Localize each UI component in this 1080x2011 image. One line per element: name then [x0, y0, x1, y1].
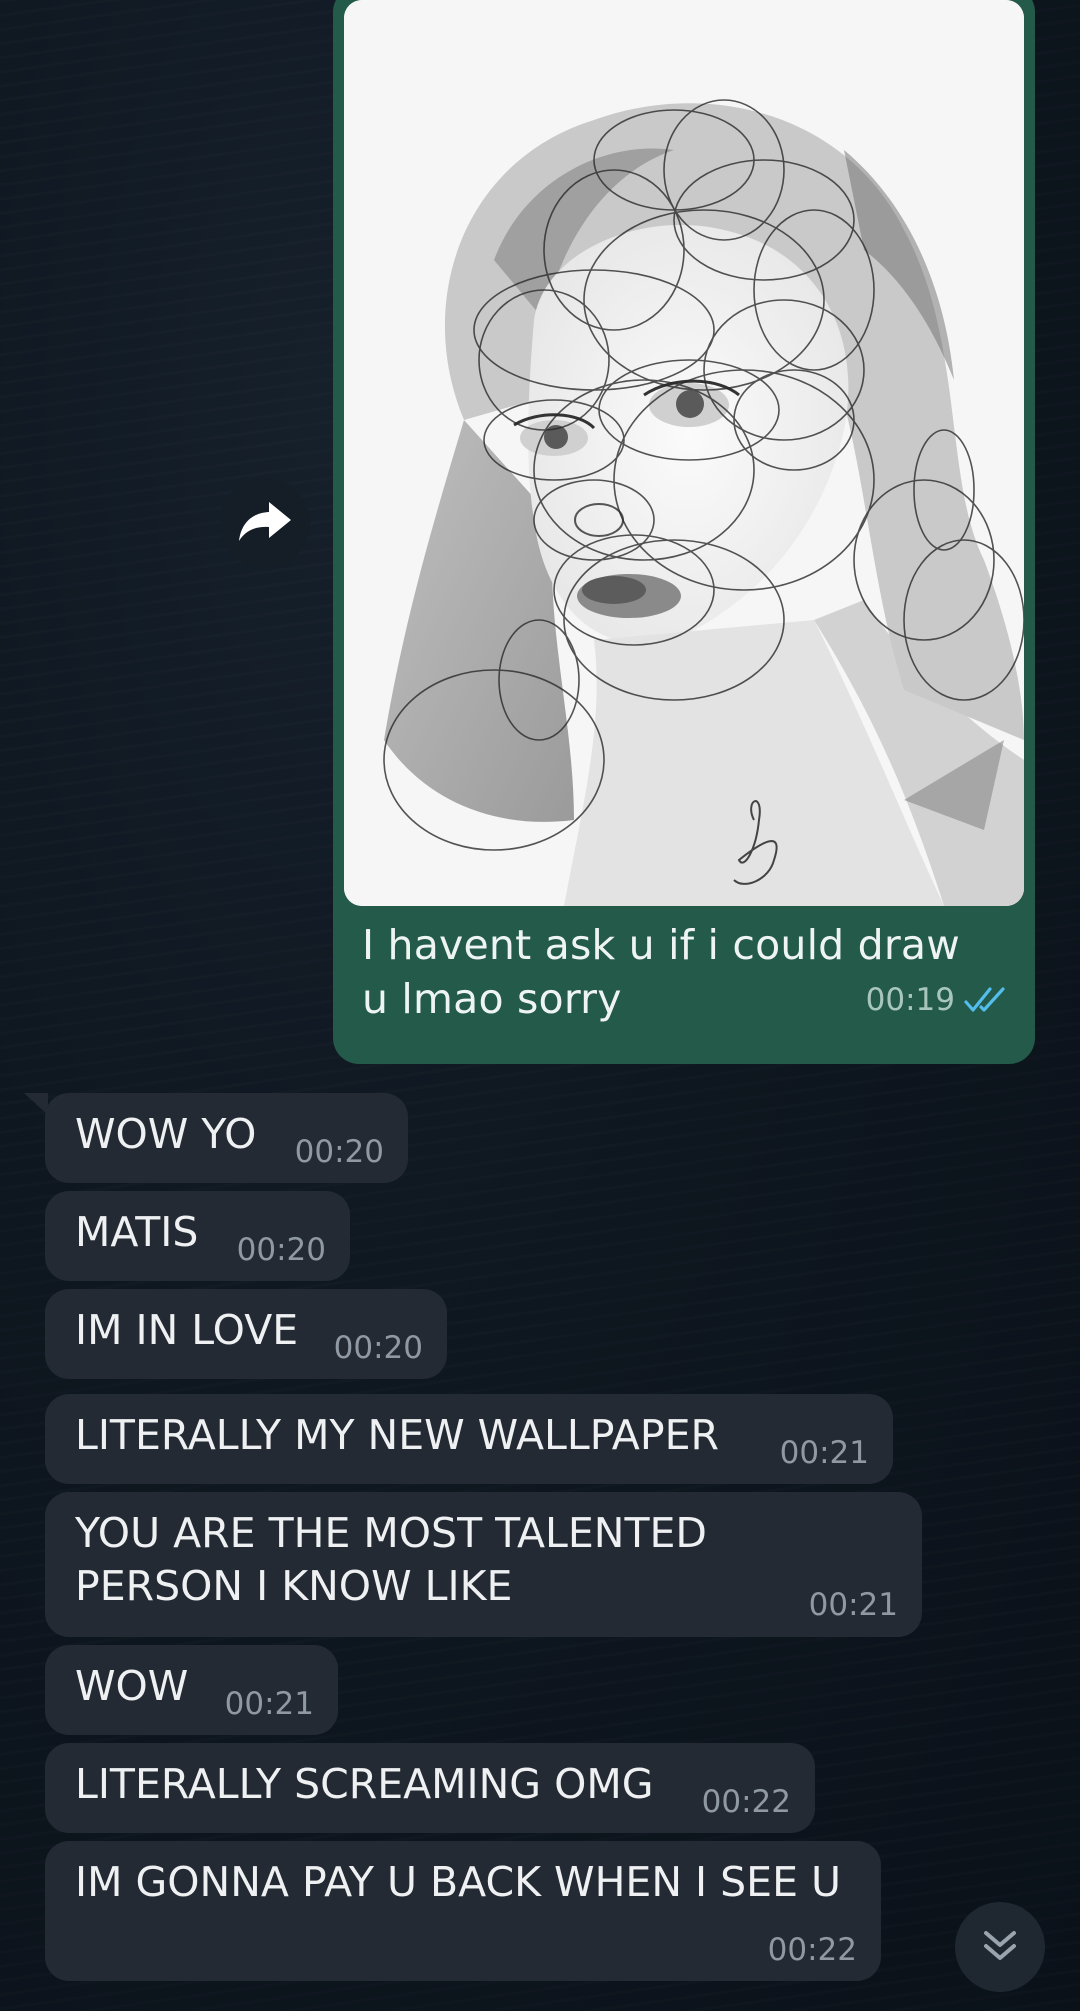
double-chevron-down-icon: [980, 1925, 1020, 1969]
incoming-message[interactable]: WOW 00:21: [45, 1645, 338, 1735]
message-text-line-2: PERSON I KNOW LIKE: [75, 1562, 513, 1610]
outgoing-meta: 00:19: [866, 982, 1011, 1018]
message-text: WOW YO: [75, 1110, 257, 1158]
incoming-message[interactable]: LITERALLY MY NEW WALLPAPER 00:21: [45, 1394, 893, 1484]
message-text: IM IN LOVE: [75, 1306, 299, 1354]
bubble-tail: [24, 1093, 48, 1115]
drawing-image[interactable]: [344, 0, 1024, 906]
message-time: 00:20: [333, 1330, 423, 1366]
message-time: 00:20: [236, 1232, 326, 1268]
incoming-message[interactable]: YOU ARE THE MOST TALENTED PERSON I KNOW …: [45, 1492, 922, 1637]
message-time: 00:21: [224, 1686, 314, 1722]
forward-button[interactable]: [220, 478, 310, 568]
incoming-message[interactable]: IM IN LOVE 00:20: [45, 1289, 447, 1379]
chat-screen: I havent ask u if i could draw u lmao so…: [0, 0, 1080, 2011]
message-time: 00:19: [865, 982, 955, 1018]
message-text: WOW: [75, 1662, 189, 1710]
message-time: 00:20: [294, 1134, 384, 1170]
message-text: IM GONNA PAY U BACK WHEN I SEE U: [75, 1858, 842, 1906]
double-check-read-icon: [963, 985, 1011, 1015]
incoming-message[interactable]: LITERALLY SCREAMING OMG 00:22: [45, 1743, 815, 1833]
incoming-message[interactable]: WOW YO 00:20: [45, 1093, 408, 1183]
message-time: 00:21: [779, 1435, 869, 1471]
forward-arrow-icon: [237, 498, 293, 548]
message-time: 00:22: [767, 1932, 857, 1968]
message-time: 00:22: [701, 1784, 791, 1820]
incoming-message[interactable]: IM GONNA PAY U BACK WHEN I SEE U 00:22: [45, 1841, 881, 1981]
message-text: LITERALLY MY NEW WALLPAPER: [75, 1411, 719, 1459]
message-text: MATIS: [75, 1208, 199, 1256]
message-text: YOU ARE THE MOST TALENTED: [75, 1509, 707, 1557]
incoming-message[interactable]: MATIS 00:20: [45, 1191, 350, 1281]
scroll-to-bottom-button[interactable]: [955, 1902, 1045, 1992]
outgoing-media-message[interactable]: I havent ask u if i could draw u lmao so…: [333, 0, 1035, 1064]
message-time: 00:21: [808, 1587, 898, 1623]
message-text: LITERALLY SCREAMING OMG: [75, 1760, 654, 1808]
